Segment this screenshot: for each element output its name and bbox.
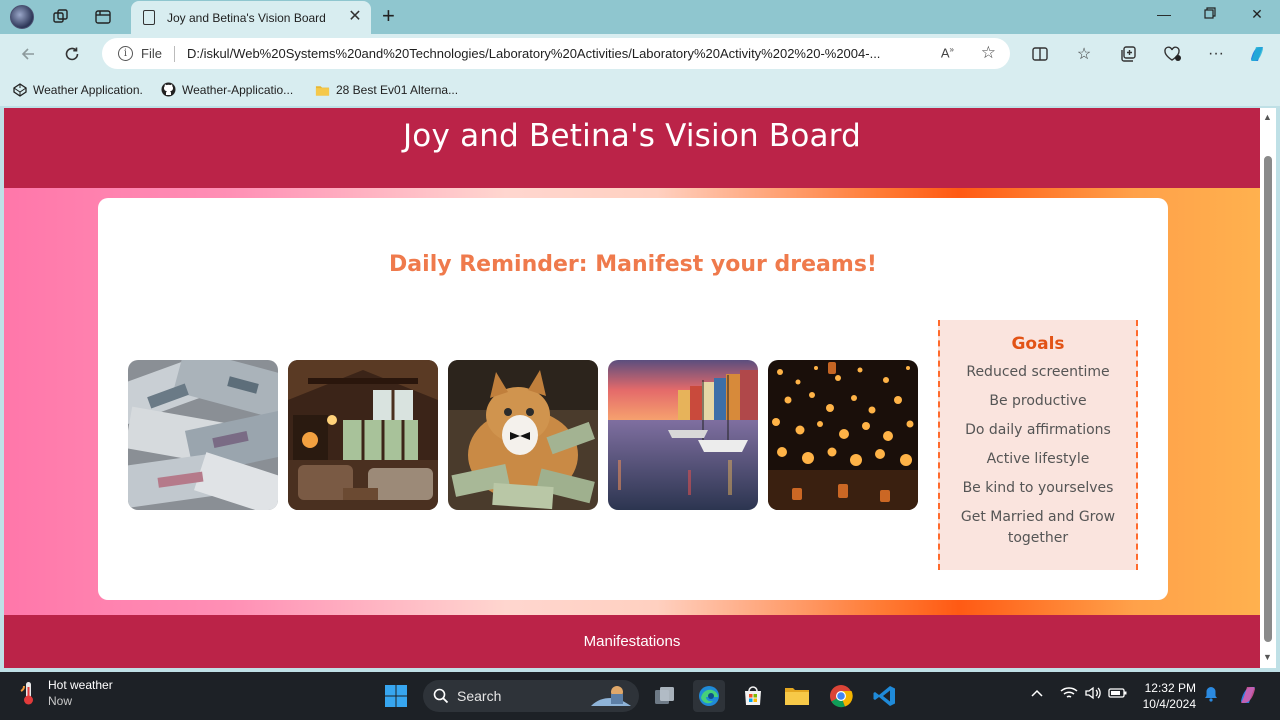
- goal-item: Do daily affirmations: [965, 422, 1111, 438]
- thermometer-icon: [18, 679, 38, 707]
- tab-bar: Joy and Betina's Vision Board ✕ + — ✕: [0, 0, 1280, 34]
- goal-item: Get Married and Grow together: [960, 509, 1116, 546]
- wifi-icon[interactable]: [1060, 686, 1078, 703]
- favorites-icon[interactable]: ☆: [1074, 44, 1094, 64]
- windows-taskbar: Hot weather Now Search 12:32 PM 10/4/202…: [0, 672, 1280, 720]
- bookmark-item[interactable]: Weather-Applicatio...: [161, 82, 293, 97]
- scroll-up-icon[interactable]: ▲: [1263, 112, 1272, 122]
- new-tab-button[interactable]: +: [382, 5, 395, 27]
- scrollbar-thumb[interactable]: [1264, 156, 1272, 642]
- tab-title: Joy and Betina's Vision Board: [167, 10, 326, 25]
- restore-icon[interactable]: [1200, 6, 1220, 22]
- image-harbor-city: [608, 360, 758, 510]
- folder-icon: [315, 82, 330, 97]
- address-divider: [173, 45, 175, 62]
- chrome-app-icon[interactable]: [825, 680, 857, 712]
- refresh-icon[interactable]: [61, 43, 83, 65]
- search-icon: [433, 688, 449, 704]
- tab-actions-icon[interactable]: [94, 8, 112, 26]
- bookmark-label: Weather-Applicatio...: [182, 82, 294, 97]
- workspaces-icon[interactable]: [52, 8, 70, 26]
- browser-essentials-icon[interactable]: [1162, 44, 1182, 64]
- goal-item: Reduced screentime: [966, 364, 1110, 380]
- file-explorer-icon[interactable]: [781, 680, 813, 712]
- bookmark-label: 28 Best Ev01 Alterna...: [336, 82, 459, 97]
- active-tab[interactable]: Joy and Betina's Vision Board ✕: [131, 1, 371, 34]
- bookmark-label: Weather Application.: [33, 82, 143, 97]
- notification-bell-icon[interactable]: [1204, 686, 1218, 705]
- show-hidden-icons[interactable]: [1030, 686, 1044, 701]
- profile-avatar[interactable]: [10, 5, 34, 29]
- goals-panel: Goals Reduced screentime Be productive D…: [938, 320, 1138, 570]
- minimize-icon[interactable]: —: [1154, 6, 1174, 22]
- clock-time: 12:32 PM: [1144, 681, 1196, 695]
- more-menu-icon[interactable]: ···: [1206, 44, 1226, 64]
- edge-app-icon[interactable]: [693, 680, 725, 712]
- image-cozy-living-room: [288, 360, 438, 510]
- image-sky-lanterns: [768, 360, 918, 510]
- page-footer: Manifestations: [4, 615, 1260, 668]
- vision-board-card: Daily Reminder: Manifest your dreams! Go…: [98, 198, 1168, 600]
- read-aloud-icon[interactable]: A»: [941, 45, 954, 60]
- address-bar[interactable]: i File D:/iskul/Web%20Systems%20and%20Te…: [102, 38, 1010, 69]
- search-highlight-icon: [591, 686, 631, 706]
- goals-title: Goals: [1011, 334, 1065, 354]
- clock-date: 10/4/2024: [1142, 697, 1196, 711]
- bookmark-item[interactable]: Weather Application.: [12, 82, 143, 97]
- split-screen-icon[interactable]: [1030, 44, 1050, 64]
- volume-icon[interactable]: [1084, 686, 1102, 703]
- page-scrollbar[interactable]: ▲ ▼: [1260, 108, 1276, 668]
- favorite-star-icon[interactable]: ☆: [981, 43, 996, 63]
- footer-text: Manifestations: [583, 633, 681, 650]
- weather-subtitle: Now: [48, 694, 73, 708]
- image-cat-with-money: [448, 360, 598, 510]
- goal-item: Be kind to yourselves: [962, 480, 1114, 496]
- battery-icon[interactable]: [1108, 686, 1128, 703]
- codepen-icon: [12, 82, 27, 97]
- scroll-down-icon[interactable]: ▼: [1263, 652, 1272, 662]
- weather-title: Hot weather: [48, 678, 113, 692]
- address-url[interactable]: D:/iskul/Web%20Systems%20and%20Technolog…: [187, 46, 923, 61]
- store-app-icon[interactable]: [737, 680, 769, 712]
- weather-widget[interactable]: Hot weather Now: [18, 678, 113, 708]
- goal-item: Be productive: [989, 393, 1087, 409]
- close-window-icon[interactable]: ✕: [1247, 6, 1267, 23]
- page-viewport: Joy and Betina's Vision Board Daily Remi…: [4, 108, 1260, 668]
- collections-icon[interactable]: [1118, 44, 1138, 64]
- copilot-icon[interactable]: [1247, 44, 1267, 64]
- goal-item: Active lifestyle: [986, 451, 1090, 467]
- close-tab-icon[interactable]: ✕: [347, 9, 363, 25]
- system-clock[interactable]: 12:32 PM 10/4/2024: [1140, 680, 1196, 712]
- browser-toolbar: i File D:/iskul/Web%20Systems%20and%20Te…: [0, 34, 1280, 74]
- taskbar-search[interactable]: Search: [423, 680, 639, 712]
- daily-reminder: Daily Reminder: Manifest your dreams!: [389, 252, 877, 277]
- vscode-app-icon[interactable]: [869, 680, 901, 712]
- image-money-pile: [128, 360, 278, 510]
- page-title: Joy and Betina's Vision Board: [402, 117, 862, 154]
- bookmark-item[interactable]: 28 Best Ev01 Alterna...: [315, 82, 458, 97]
- copilot-taskbar-icon[interactable]: [1236, 683, 1260, 710]
- task-view-icon[interactable]: [649, 680, 681, 712]
- address-scheme: File: [141, 46, 162, 61]
- page-icon: [143, 10, 155, 25]
- search-label: Search: [457, 688, 502, 704]
- page-header: Joy and Betina's Vision Board: [4, 108, 1260, 188]
- bookmarks-bar: Weather Application. Weather-Applicatio.…: [0, 74, 1280, 106]
- back-icon[interactable]: [17, 43, 39, 65]
- github-icon: [161, 82, 176, 97]
- site-info-icon[interactable]: i: [118, 46, 133, 61]
- windows-start-icon[interactable]: [380, 680, 412, 712]
